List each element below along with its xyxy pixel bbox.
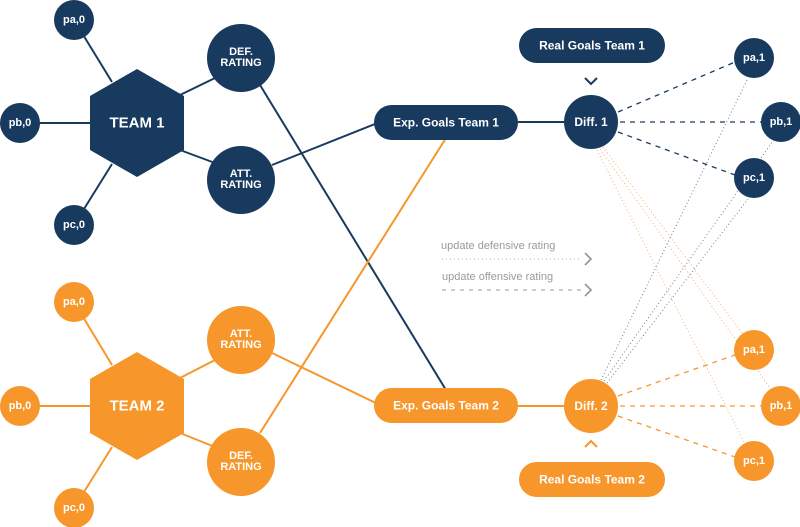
chevron-up-icon bbox=[584, 439, 598, 448]
team1-player-pb0-label: pb,0 bbox=[9, 117, 32, 129]
team2-att-rating-line2: RATING bbox=[220, 339, 261, 351]
edge-diff2-t2-pc1 bbox=[617, 415, 736, 458]
team2-player-pc0-label: pc,0 bbox=[63, 502, 85, 514]
edge-diff2-t1-pa1-dotted bbox=[600, 77, 749, 381]
legend-offensive-label: update offensive rating bbox=[442, 271, 553, 283]
chevron-right-icon bbox=[584, 252, 593, 266]
team1-player-pa0-label: pa,0 bbox=[63, 14, 85, 26]
edge-t2-hub-att bbox=[179, 359, 216, 379]
edge-t1-att-expgoals1 bbox=[271, 121, 381, 166]
team2-player-pc1-label: pc,1 bbox=[743, 455, 765, 467]
team2-group: TEAM 2 pa,0 pb,0 pc,0 ATT. RATING DEF. R… bbox=[0, 282, 800, 527]
legend: update defensive rating update offensive… bbox=[441, 240, 593, 297]
team2-hub-label: TEAM 2 bbox=[109, 398, 164, 415]
team2-player-pa0-label: pa,0 bbox=[63, 296, 85, 308]
team2-diff-label: Diff. 2 bbox=[574, 399, 608, 413]
rating-update-diagram: TEAM 1 pa,0 pb,0 pc,0 DEF. RATING ATT. R… bbox=[0, 0, 800, 527]
team1-def-rating-line2: RATING bbox=[220, 57, 261, 69]
team1-player-pb1-label: pb,1 bbox=[770, 116, 793, 128]
team2-player-pb0-label: pb,0 bbox=[9, 400, 32, 412]
team1-real-goals-label: Real Goals Team 1 bbox=[539, 39, 645, 53]
chevron-right-icon bbox=[584, 283, 593, 297]
diagram-canvas: TEAM 1 pa,0 pb,0 pc,0 DEF. RATING ATT. R… bbox=[0, 0, 800, 527]
edge-t2-att-expgoals2 bbox=[271, 352, 381, 406]
team1-player-pc1-label: pc,1 bbox=[743, 172, 765, 184]
team2-def-rating-line2: RATING bbox=[220, 461, 261, 473]
team1-exp-goals-label: Exp. Goals Team 1 bbox=[393, 116, 499, 130]
team1-hub-label: TEAM 1 bbox=[109, 115, 164, 132]
legend-defensive-label: update defensive rating bbox=[441, 240, 555, 252]
edge-diff1-t2-pc1-dotted bbox=[596, 149, 746, 445]
team1-att-rating-line2: RATING bbox=[220, 179, 261, 191]
team1-player-pc0-label: pc,0 bbox=[63, 219, 85, 231]
edge-diff1-t1-pa1 bbox=[617, 61, 736, 113]
team2-exp-goals-label: Exp. Goals Team 2 bbox=[393, 399, 499, 413]
team2-player-pa1-label: pa,1 bbox=[743, 344, 765, 356]
team1-player-pa1-label: pa,1 bbox=[743, 52, 765, 64]
edge-diff2-t2-pa1 bbox=[617, 354, 736, 397]
edge-diff1-t1-pc1 bbox=[617, 131, 736, 176]
team1-diff-label: Diff. 1 bbox=[574, 115, 608, 129]
team2-real-goals-label: Real Goals Team 2 bbox=[539, 473, 645, 487]
edge-t1-hub-def bbox=[179, 77, 216, 96]
edge-diff2-t1-pc1-dotted bbox=[606, 198, 749, 384]
team2-player-pb1-label: pb,1 bbox=[770, 400, 793, 412]
edge-t2-hub-def bbox=[179, 432, 216, 448]
edge-diff1-t2-pa1-dotted bbox=[602, 146, 743, 334]
chevron-down-icon bbox=[584, 77, 598, 86]
edge-t1-hub-att bbox=[179, 149, 216, 164]
